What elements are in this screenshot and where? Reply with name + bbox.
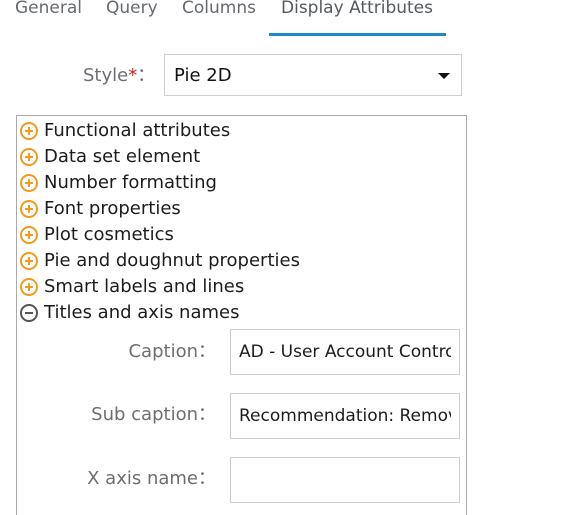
style-label: Style*： xyxy=(83,61,155,87)
chevron-down-icon xyxy=(438,73,450,79)
caption-input[interactable] xyxy=(231,330,459,374)
x-axis-name-label: X axis name： xyxy=(87,468,216,489)
expand-plus-icon[interactable] xyxy=(20,148,38,166)
style-label-text: Style xyxy=(83,65,129,86)
tree-item-label: Plot cosmetics xyxy=(44,224,174,245)
style-label-colon: ： xyxy=(137,65,156,86)
x-axis-name-field[interactable] xyxy=(230,457,460,503)
expand-plus-icon[interactable] xyxy=(20,174,38,192)
attributes-panel: Functional attributes Data set element N… xyxy=(16,115,467,515)
required-mark: * xyxy=(128,65,138,86)
caption-label: Caption： xyxy=(128,341,216,362)
tab-display-attributes[interactable]: Display Attributes xyxy=(281,0,433,23)
tab-bar: General Query Columns Display Attributes xyxy=(0,0,566,36)
sub-caption-field[interactable] xyxy=(230,393,460,439)
collapse-minus-icon[interactable] xyxy=(20,304,38,322)
tab-columns[interactable]: Columns xyxy=(182,0,256,23)
expand-plus-icon[interactable] xyxy=(20,278,38,296)
tab-general[interactable]: General xyxy=(15,0,82,23)
active-tab-indicator xyxy=(269,33,446,36)
caption-field[interactable] xyxy=(230,329,460,375)
sub-caption-input[interactable] xyxy=(231,394,459,438)
expand-plus-icon[interactable] xyxy=(20,200,38,218)
tree-item-label: Titles and axis names xyxy=(44,302,240,323)
tree-item-label: Smart labels and lines xyxy=(44,276,245,297)
tree-item-label: Number formatting xyxy=(44,172,217,193)
style-select[interactable]: Pie 2D xyxy=(164,54,462,96)
tree-item-label: Data set element xyxy=(44,146,201,167)
style-select-value: Pie 2D xyxy=(174,65,232,86)
expand-plus-icon[interactable] xyxy=(20,122,38,140)
tree-item-label: Font properties xyxy=(44,198,181,219)
tree-item-label: Functional attributes xyxy=(44,120,231,141)
tab-query[interactable]: Query xyxy=(106,0,158,23)
x-axis-name-input[interactable] xyxy=(231,458,459,502)
expand-plus-icon[interactable] xyxy=(20,226,38,244)
expand-plus-icon[interactable] xyxy=(20,252,38,270)
sub-caption-label: Sub caption： xyxy=(91,404,216,425)
tree-item-label: Pie and doughnut properties xyxy=(44,250,300,271)
